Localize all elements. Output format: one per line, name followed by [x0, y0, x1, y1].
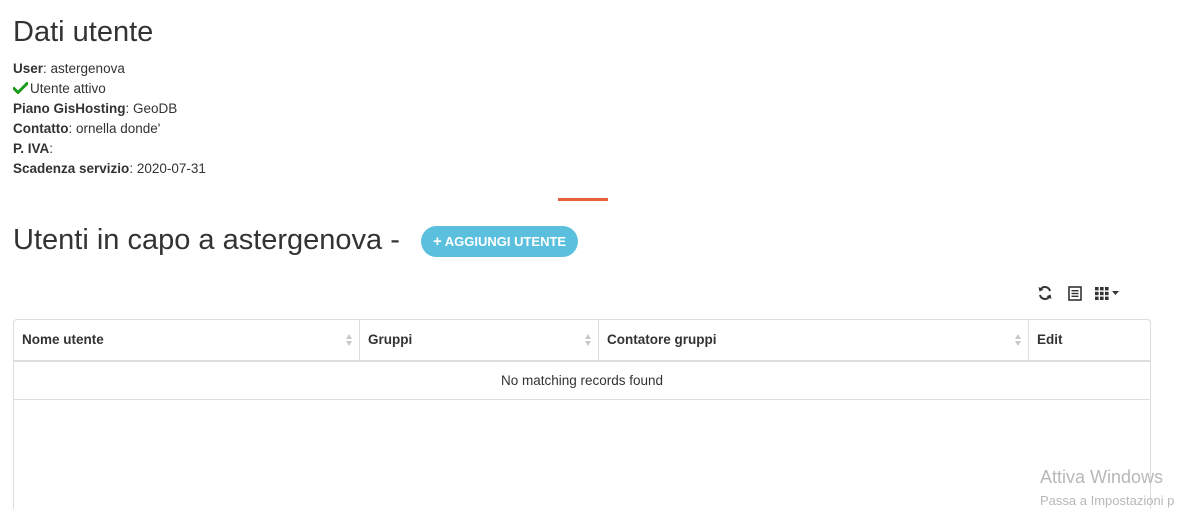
user-label: User	[13, 61, 44, 76]
user-value: : astergenova	[43, 61, 125, 76]
vat-row: P. IVA:	[13, 139, 206, 159]
refresh-icon	[1037, 285, 1053, 301]
list-icon	[1068, 285, 1082, 301]
active-status: Utente attivo	[30, 81, 106, 96]
windows-activation-watermark: Attiva Windows Passa a Impostazioni p	[1040, 466, 1174, 509]
columns-grid-icon	[1095, 286, 1109, 300]
empty-table-message: No matching records found	[14, 362, 1150, 400]
column-header-label: Contatore gruppi	[607, 332, 717, 347]
column-header-username[interactable]: Nome utente	[14, 320, 360, 360]
plus-icon: +	[433, 233, 442, 250]
contact-label: Contatto	[13, 121, 69, 136]
contact-row: Contatto: ornella donde'	[13, 119, 206, 139]
expiry-label: Scadenza servizio	[13, 161, 130, 176]
caret-down-icon	[1112, 291, 1119, 295]
plan-row: Piano GisHosting: GeoDB	[13, 99, 206, 119]
watermark-subtitle: Passa a Impostazioni p	[1040, 493, 1175, 508]
expiry-row: Scadenza servizio: 2020-07-31	[13, 159, 206, 179]
sort-icon	[585, 334, 591, 346]
refresh-button[interactable]	[1030, 282, 1060, 304]
users-table: Nome utente Gruppi Contatore gruppi Edit…	[13, 319, 1151, 509]
user-row: User: astergenova	[13, 59, 206, 79]
user-info: User: astergenova Utente attivo Piano Gi…	[12, 59, 206, 179]
add-user-label: AGGIUNGI UTENTE	[444, 234, 567, 249]
column-header-edit: Edit	[1029, 320, 1150, 360]
add-user-button[interactable]: + AGGIUNGI UTENTE	[421, 226, 579, 257]
vat-value: :	[49, 141, 54, 156]
column-header-groups[interactable]: Gruppi	[360, 320, 599, 360]
expiry-value: : 2020-07-31	[129, 161, 206, 176]
column-header-label: Nome utente	[22, 332, 104, 347]
sort-icon	[1015, 334, 1021, 346]
column-header-label: Edit	[1037, 332, 1063, 347]
plan-label: Piano GisHosting	[13, 101, 126, 116]
table-toolbar	[1030, 282, 1124, 304]
page: Dati utente User: astergenova Utente att…	[0, 0, 1187, 509]
plan-value: : GeoDB	[125, 101, 178, 116]
check-icon	[12, 80, 29, 94]
section-divider	[558, 198, 608, 201]
columns-dropdown-button[interactable]	[1090, 282, 1124, 304]
users-title: Utenti in capo a astergenova -	[13, 224, 400, 256]
watermark-title: Attiva Windows	[1040, 467, 1164, 487]
sort-icon	[346, 334, 352, 346]
column-header-group-counter[interactable]: Contatore gruppi	[599, 320, 1029, 360]
contact-value: : ornella donde'	[68, 121, 161, 136]
column-header-label: Gruppi	[368, 332, 413, 347]
active-row: Utente attivo	[12, 79, 206, 99]
table-header: Nome utente Gruppi Contatore gruppi Edit	[14, 320, 1150, 362]
user-data-title: Dati utente	[13, 16, 154, 48]
toggle-view-button[interactable]	[1060, 282, 1090, 304]
vat-label: P. IVA	[13, 141, 50, 156]
